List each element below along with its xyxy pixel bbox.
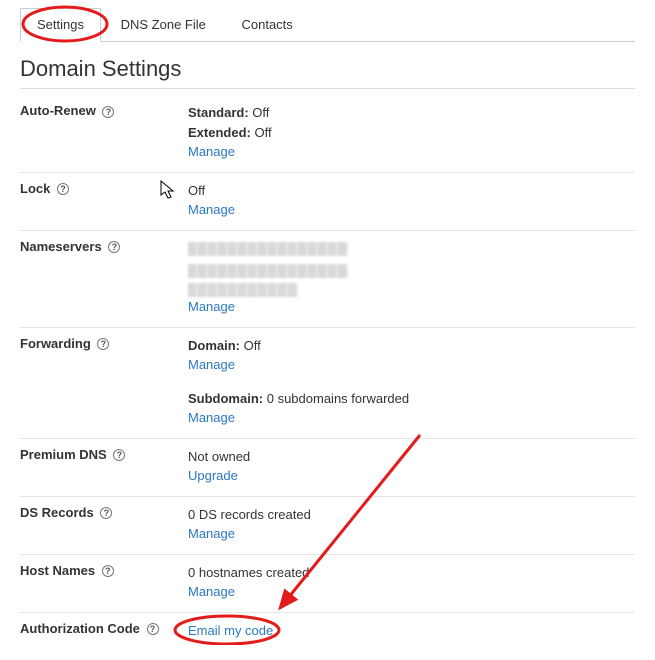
help-icon[interactable]: ?	[102, 565, 114, 577]
auto-renew-manage-link[interactable]: Manage	[188, 144, 235, 159]
ds-records-manage-link[interactable]: Manage	[188, 526, 235, 541]
nameservers-manage-link[interactable]: Manage	[188, 299, 235, 314]
help-icon[interactable]: ?	[102, 106, 114, 118]
tab-dns-zone-file[interactable]: DNS Zone File	[105, 9, 222, 41]
tabs-bar: Settings DNS Zone File Contacts	[20, 8, 635, 42]
host-names-label: Host Names	[20, 563, 95, 578]
nameserver-redacted	[188, 283, 298, 297]
premium-dns-value: Not owned	[188, 449, 250, 464]
forwarding-subdomain-label: Subdomain:	[188, 391, 263, 406]
nameserver-redacted	[188, 264, 348, 278]
row-premium-dns: Premium DNS ? Not owned Upgrade	[20, 439, 635, 497]
premium-dns-upgrade-link[interactable]: Upgrade	[188, 468, 238, 483]
page-title: Domain Settings	[20, 56, 635, 89]
auto-renew-label: Auto-Renew	[20, 103, 96, 118]
help-icon[interactable]: ?	[113, 449, 125, 461]
ds-records-value: 0 DS records created	[188, 507, 311, 522]
forwarding-subdomain-value: 0 subdomains forwarded	[267, 391, 409, 406]
lock-manage-link[interactable]: Manage	[188, 202, 235, 217]
row-auto-renew: Auto-Renew ? Standard: Off Extended: Off…	[20, 95, 635, 173]
nameservers-label: Nameservers	[20, 239, 102, 254]
premium-dns-label: Premium DNS	[20, 447, 107, 462]
extended-label: Extended:	[188, 125, 251, 140]
forwarding-domain-manage-link[interactable]: Manage	[188, 357, 235, 372]
standard-value: Off	[252, 105, 269, 120]
forwarding-subdomain-manage-link[interactable]: Manage	[188, 410, 235, 425]
row-ds-records: DS Records ? 0 DS records created Manage	[20, 497, 635, 555]
row-lock: Lock ? Off Manage	[20, 173, 635, 231]
row-forwarding: Forwarding ? Domain: Off Manage Subdomai…	[20, 328, 635, 439]
tab-contacts[interactable]: Contacts	[225, 9, 308, 41]
help-icon[interactable]: ?	[57, 183, 69, 195]
tab-settings[interactable]: Settings	[20, 8, 101, 42]
forwarding-domain-label: Domain:	[188, 338, 240, 353]
lock-value: Off	[188, 183, 205, 198]
forwarding-domain-value: Off	[244, 338, 261, 353]
lock-label: Lock	[20, 181, 50, 196]
authorization-code-label: Authorization Code	[20, 621, 140, 636]
forwarding-label: Forwarding	[20, 336, 91, 351]
ds-records-label: DS Records	[20, 505, 94, 520]
help-icon[interactable]: ?	[147, 623, 159, 635]
row-nameservers: Nameservers ? Manage	[20, 231, 635, 328]
host-names-value: 0 hostnames created	[188, 565, 309, 580]
help-icon[interactable]: ?	[100, 507, 112, 519]
help-icon[interactable]: ?	[108, 241, 120, 253]
extended-value: Off	[254, 125, 271, 140]
host-names-manage-link[interactable]: Manage	[188, 584, 235, 599]
nameserver-redacted	[188, 242, 348, 256]
row-host-names: Host Names ? 0 hostnames created Manage	[20, 555, 635, 613]
email-my-code-link[interactable]: Email my code	[188, 623, 273, 638]
help-icon[interactable]: ?	[97, 338, 109, 350]
standard-label: Standard:	[188, 105, 249, 120]
